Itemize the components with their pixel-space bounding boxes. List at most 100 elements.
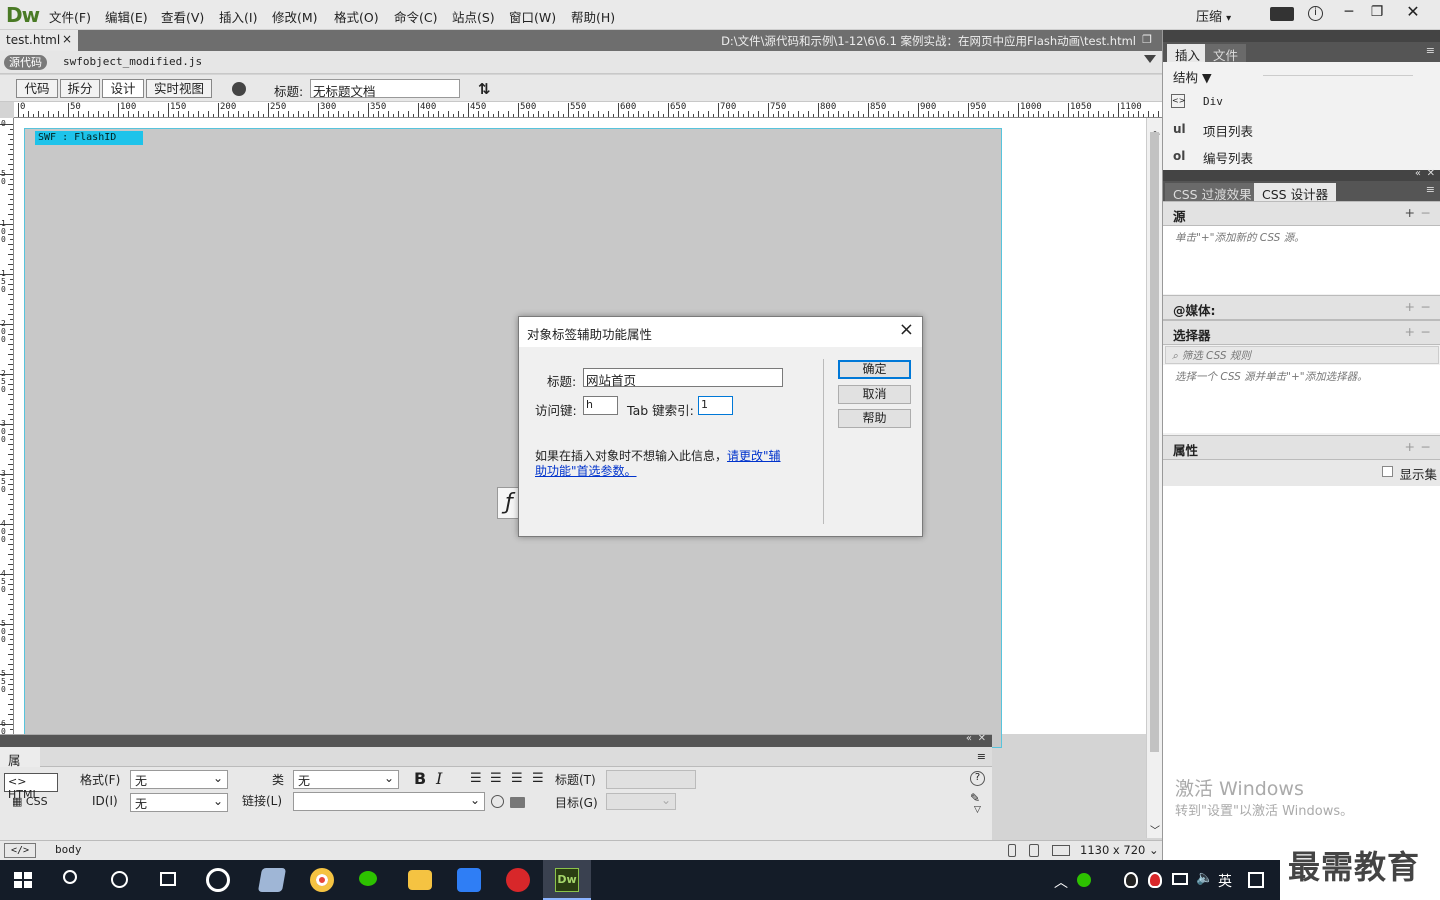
network-icon[interactable] xyxy=(1172,873,1188,885)
help-icon[interactable]: ? xyxy=(970,771,985,786)
insert-category-select[interactable]: 结构 ▼ xyxy=(1173,67,1212,86)
tab-insert[interactable]: 插入 xyxy=(1167,44,1209,63)
split-view-button[interactable]: 拆分 xyxy=(60,79,100,98)
insert-item-ol[interactable]: 编号列表 xyxy=(1203,148,1253,167)
search-icon[interactable] xyxy=(63,870,77,884)
point-to-file-icon[interactable] xyxy=(491,795,504,808)
code-view-button[interactable]: 代码 xyxy=(16,79,58,98)
menu-format[interactable]: 格式(O) xyxy=(334,7,379,26)
menu-insert[interactable]: 插入(I) xyxy=(219,7,257,26)
indent-icon[interactable]: ☰ xyxy=(532,771,544,786)
panel-menu-icon[interactable]: ≡ xyxy=(977,750,986,763)
document-tab[interactable]: test.html × xyxy=(0,30,78,51)
insert-item-ul[interactable]: 项目列表 xyxy=(1203,121,1253,140)
scroll-thumb[interactable] xyxy=(1150,132,1159,752)
tab-css-transitions[interactable]: CSS 过渡效果 xyxy=(1165,183,1260,202)
ime-language[interactable]: 英 xyxy=(1218,871,1232,891)
close-window-icon[interactable]: ✕ xyxy=(1396,0,1430,26)
ordered-list-icon[interactable]: ☰ xyxy=(490,771,502,786)
menu-help[interactable]: 帮助(H) xyxy=(571,7,615,26)
insert-item-div[interactable]: Div xyxy=(1203,95,1223,108)
add-source-icon[interactable]: + xyxy=(1405,205,1415,220)
related-file-link[interactable]: swfobject_modified.js xyxy=(63,55,202,68)
sources-list[interactable]: 单击"+"添加新的 CSS 源。 xyxy=(1163,226,1440,294)
source-code-button[interactable]: 源代码 xyxy=(4,55,47,70)
menu-view[interactable]: 查看(V) xyxy=(161,7,204,26)
properties-list[interactable]: 激活 Windows 转到"设置"以激活 Windows。 xyxy=(1163,486,1440,860)
info-icon[interactable]: i xyxy=(1308,6,1323,21)
wps-icon[interactable] xyxy=(457,868,481,892)
filter-icon[interactable] xyxy=(1144,55,1156,63)
menu-site[interactable]: 站点(S) xyxy=(452,7,495,26)
close-icon[interactable]: × xyxy=(899,319,914,340)
link-input[interactable]: ⌄ xyxy=(293,792,485,811)
format-select[interactable]: 无 ⌄ xyxy=(130,770,228,789)
design-view-button[interactable]: 设计 xyxy=(102,79,144,98)
file-explorer-icon[interactable] xyxy=(408,870,432,890)
add-selector-icon[interactable]: + xyxy=(1405,324,1415,339)
document-title-input[interactable]: 无标题文档 xyxy=(310,79,460,99)
remove-source-icon[interactable]: − xyxy=(1421,205,1431,220)
tray-app-icon[interactable] xyxy=(1077,873,1091,887)
browse-folder-icon[interactable] xyxy=(510,797,525,808)
tab-files[interactable]: 文件 xyxy=(1205,44,1247,63)
panel-menu-icon[interactable]: ≡ xyxy=(1426,44,1435,57)
cortana-icon[interactable] xyxy=(111,871,128,888)
taskbar-dw-active[interactable]: Dw xyxy=(543,860,591,900)
remove-media-icon[interactable]: − xyxy=(1421,299,1431,314)
ok-button[interactable]: 确定 xyxy=(838,360,911,379)
menu-file[interactable]: 文件(F) xyxy=(49,7,91,26)
css-mode-button[interactable]: ▦ CSS xyxy=(12,795,48,808)
restore-document-icon[interactable]: ❐ xyxy=(1142,33,1152,46)
heading-input[interactable] xyxy=(606,770,696,789)
quick-tag-editor-icon[interactable]: ✎ xyxy=(970,791,980,805)
preferences-link-1[interactable]: 请更改"辅 xyxy=(727,449,781,463)
remove-selector-icon[interactable]: − xyxy=(1421,324,1431,339)
tablet-size-icon[interactable] xyxy=(1029,844,1039,857)
netease-music-icon[interactable] xyxy=(506,868,530,892)
panel-menu-icon[interactable]: ≡ xyxy=(1426,183,1435,196)
selectors-list[interactable]: 选择一个 CSS 源并单击"+"添加选择器。 xyxy=(1163,365,1440,433)
notes-app-icon[interactable] xyxy=(257,868,287,892)
chevron-up-icon[interactable]: ︿ xyxy=(1054,872,1068,892)
preview-browser-icon[interactable] xyxy=(232,82,246,96)
filter-rules-input[interactable]: ⌕ 筛选 CSS 规则 xyxy=(1165,346,1439,364)
restore-icon[interactable]: ❐ xyxy=(1360,0,1394,26)
properties-tab[interactable]: 属性 xyxy=(0,747,40,787)
mobile-size-icon[interactable] xyxy=(1008,844,1016,857)
outdent-icon[interactable]: ☰ xyxy=(511,771,523,786)
scroll-down-icon[interactable]: ﹀ xyxy=(1150,822,1160,837)
expand-icon[interactable]: ▽ xyxy=(974,805,981,815)
menu-modify[interactable]: 修改(M) xyxy=(272,7,318,26)
class-select[interactable]: 无 ⌄ xyxy=(293,770,399,789)
target-select[interactable]: ⌄ xyxy=(606,793,676,810)
add-media-icon[interactable]: + xyxy=(1405,299,1415,314)
unordered-list-icon[interactable]: ☰ xyxy=(470,771,482,786)
add-property-icon[interactable]: + xyxy=(1405,439,1415,454)
code-navigator-icon[interactable]: </> xyxy=(4,843,36,858)
menu-commands[interactable]: 命令(C) xyxy=(394,7,437,26)
sync-settings-icon[interactable] xyxy=(1270,7,1294,21)
show-set-checkbox[interactable] xyxy=(1382,466,1393,477)
window-size[interactable]: 1130 x 720 ⌄ xyxy=(1080,843,1159,857)
wechat-icon[interactable] xyxy=(359,868,383,892)
bold-button[interactable]: B xyxy=(414,769,426,788)
access-key-input[interactable]: h xyxy=(583,396,618,415)
preferences-link-2[interactable]: 助功能"首选参数。 xyxy=(535,464,637,478)
pinwheel-app-icon[interactable] xyxy=(206,868,230,892)
tag-selector-body[interactable]: body xyxy=(55,843,82,856)
id-select[interactable]: 无 ⌄ xyxy=(130,793,228,812)
tab-index-input[interactable]: 1 xyxy=(698,396,733,415)
sort-arrows-icon[interactable]: ⇅ xyxy=(478,80,491,98)
html-mode-button[interactable]: <> HTML xyxy=(4,773,58,801)
desktop-size-icon[interactable] xyxy=(1052,845,1070,856)
close-tab-icon[interactable]: × xyxy=(62,32,72,46)
collapse-icon[interactable]: « xyxy=(966,733,972,744)
tab-css-designer[interactable]: CSS 设计器 xyxy=(1254,183,1337,202)
workspace-switcher[interactable]: 压缩 ▾ xyxy=(1196,6,1231,25)
qq-icon[interactable] xyxy=(1124,872,1138,888)
close-panel-icon[interactable]: ✕ xyxy=(1427,168,1435,179)
cancel-button[interactable]: 取消 xyxy=(838,385,911,404)
menu-edit[interactable]: 编辑(E) xyxy=(105,7,148,26)
chrome-icon[interactable] xyxy=(310,868,334,892)
